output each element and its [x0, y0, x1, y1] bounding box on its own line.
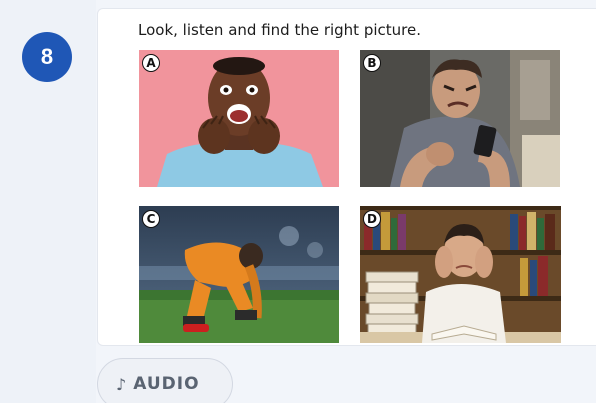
option-letter-d: D	[363, 210, 381, 228]
picture-option-d[interactable]: D	[360, 206, 561, 343]
picture-option-c[interactable]: C	[139, 206, 339, 343]
sad-footballer-photo	[139, 206, 339, 343]
angry-man-with-phone-photo	[360, 50, 560, 187]
option-letter-b: B	[363, 54, 381, 72]
music-note-icon: ♪	[116, 374, 128, 394]
picture-option-a[interactable]: A	[139, 50, 339, 187]
stressed-student-with-books-photo	[360, 206, 561, 343]
question-card: Look, listen and find the right picture.	[97, 8, 596, 346]
excited-man-photo	[139, 50, 339, 187]
option-letter-c: C	[142, 210, 160, 228]
question-number-badge: 8	[22, 32, 72, 82]
exercise-page: 8 Look, listen and find the right pictur…	[0, 0, 596, 403]
audio-button-label: AUDIO	[133, 374, 200, 394]
audio-button[interactable]: ♪ AUDIO	[97, 358, 233, 403]
picture-option-b[interactable]: B	[360, 50, 560, 187]
left-rail: 8	[0, 0, 96, 403]
option-letter-a: A	[142, 54, 160, 72]
instruction-text: Look, listen and find the right picture.	[138, 21, 421, 39]
